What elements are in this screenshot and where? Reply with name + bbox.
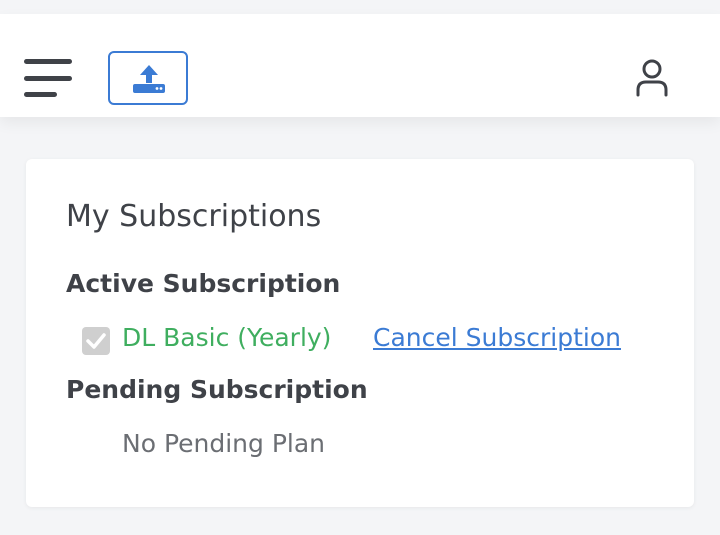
page-title: My Subscriptions: [66, 199, 322, 234]
active-subscription-label: Active Subscription: [66, 269, 341, 298]
active-plan-name: DL Basic (Yearly): [122, 323, 332, 352]
cancel-subscription-link[interactable]: Cancel Subscription: [373, 323, 621, 352]
upload-icon: [133, 65, 165, 93]
upload-button[interactable]: [108, 51, 188, 105]
subscriptions-card: My Subscriptions Active Subscription DL …: [26, 159, 694, 507]
pending-subscription-label: Pending Subscription: [66, 375, 368, 404]
pending-plan-value: No Pending Plan: [122, 429, 326, 458]
app-header: [0, 14, 720, 117]
top-strip: [0, 0, 720, 14]
user-icon[interactable]: [635, 59, 669, 97]
active-plan-checkbox[interactable]: [82, 327, 110, 355]
check-icon: [86, 333, 106, 349]
hamburger-menu-icon[interactable]: [24, 59, 72, 99]
